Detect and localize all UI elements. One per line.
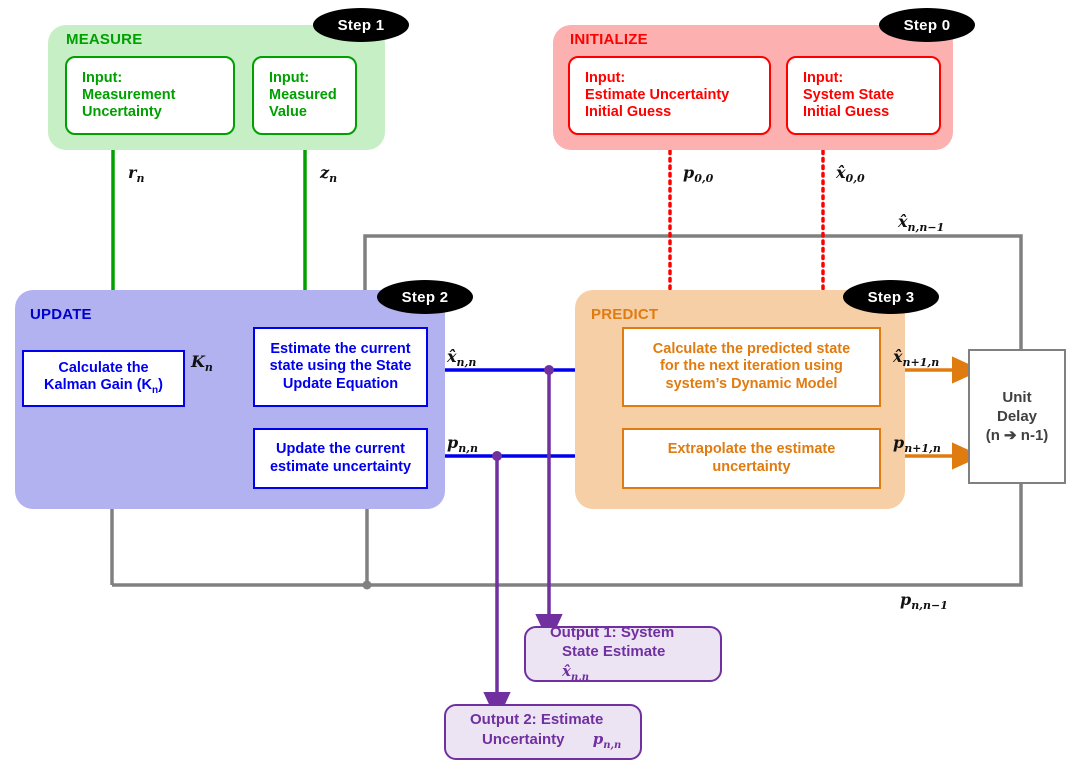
update-box-line-2: state using the State	[269, 358, 412, 375]
initialize-box-line-2: System State	[803, 86, 895, 103]
step-badge-3: Step 3	[843, 280, 939, 314]
unit-delay-block[interactable]: Unit Delay (n ➔ n-1)	[968, 349, 1066, 484]
output-1-line-2: State Estimate x̂n,n	[562, 642, 666, 683]
predict-panel-title: PREDICT	[591, 306, 659, 323]
measure-box-line-1: Input:	[269, 69, 310, 86]
update-box-line-1: Update the current	[276, 441, 405, 458]
signal-label-p-0-0: p0,0	[683, 163, 714, 186]
unit-delay-line-3: (n ➔ n-1)	[985, 427, 1049, 445]
initialize-box-line-1: Input:	[803, 69, 844, 86]
update-box-line-1: Calculate the	[58, 360, 149, 377]
update-box-line-3: Update Equation	[282, 375, 399, 392]
output-1-box[interactable]: Output 1: System State Estimate x̂n,n	[524, 624, 722, 683]
update-box-calculate-kalman-gain[interactable]: Calculate the Kalman Gain (Kn)	[22, 350, 185, 407]
predict-box-line-3: system’s Dynamic Model	[665, 375, 838, 392]
output-2-box[interactable]: Output 2: Estimate Uncertainty pn,n	[444, 704, 642, 760]
measure-panel-title: MEASURE	[66, 31, 143, 48]
step-badge-0: Step 0	[879, 8, 975, 42]
initialize-panel-title: INITIALIZE	[570, 31, 648, 48]
update-box-estimate-current-state[interactable]: Estimate the current state using the Sta…	[253, 327, 428, 407]
measure-box-line-2: Measured	[269, 86, 337, 103]
update-box-line-2: estimate uncertainty	[269, 458, 412, 475]
update-box-line-2: Kalman Gain (Kn)	[44, 377, 163, 397]
measure-box-line-3: Value	[269, 104, 307, 121]
unit-delay-line-2: Delay	[996, 407, 1038, 425]
output-2-line-1: Output 2: Estimate	[470, 711, 604, 729]
step-badge-1: Step 1	[313, 8, 409, 42]
update-panel-title: UPDATE	[30, 306, 92, 323]
initialize-box-line-3: Initial Guess	[585, 104, 672, 121]
update-box-line-1: Estimate the current	[270, 341, 411, 358]
signal-label-x-hat-n-n-1: x̂n,n−1	[898, 212, 945, 235]
output-1-line-1: Output 1: System	[550, 624, 675, 641]
predict-box-line-2: for the next iteration using	[660, 358, 843, 375]
measure-box-measurement-uncertainty[interactable]: Input: Measurement Uncertainty	[65, 56, 235, 135]
output-2-line-2: Uncertainty pn,n	[482, 730, 622, 752]
step-badge-2: Step 2	[377, 280, 473, 314]
signal-label-p-n-plus-1-n: pn+1,n	[893, 433, 941, 456]
signal-label-x-hat-n-plus-1-n: x̂n+1,n	[893, 347, 940, 370]
update-box-update-estimate-uncertainty[interactable]: Update the current estimate uncertainty	[253, 428, 428, 489]
signal-label-p-n-n-1: pn,n−1	[900, 590, 948, 613]
initialize-box-line-2: Estimate Uncertainty	[585, 86, 730, 103]
measure-box-measured-value[interactable]: Input: Measured Value	[252, 56, 357, 135]
measure-box-line-2: Measurement	[82, 86, 176, 103]
signal-label-r-n: rn	[128, 163, 145, 186]
kalman-filter-diagram: MEASURE Input: Measurement Uncertainty I…	[0, 0, 1083, 770]
predict-box-line-2: uncertainty	[712, 458, 791, 475]
signal-label-z-n: zn	[320, 163, 338, 186]
initialize-box-line-1: Input:	[585, 69, 626, 86]
measure-box-line-1: Input:	[82, 69, 123, 86]
measure-box-line-3: Uncertainty	[82, 104, 162, 121]
signal-label-p-n-n: pn,n	[447, 433, 479, 456]
unit-delay-line-1: Unit	[1002, 388, 1032, 406]
predict-box-calculate-predicted-state[interactable]: Calculate the predicted state for the ne…	[622, 327, 881, 407]
signal-label-K-n: Kn	[191, 352, 213, 375]
predict-box-line-1: Calculate the predicted state	[652, 341, 851, 358]
signal-label-x-hat-0-0: x̂0,0	[836, 163, 865, 186]
initialize-box-system-state[interactable]: Input: System State Initial Guess	[786, 56, 941, 135]
initialize-box-estimate-uncertainty[interactable]: Input: Estimate Uncertainty Initial Gues…	[568, 56, 771, 135]
initialize-box-line-3: Initial Guess	[803, 104, 890, 121]
predict-box-line-1: Extrapolate the estimate	[667, 441, 836, 458]
signal-label-x-hat-n-n: x̂n,n	[447, 347, 477, 370]
predict-box-extrapolate-estimate-uncertainty[interactable]: Extrapolate the estimate uncertainty	[622, 428, 881, 489]
